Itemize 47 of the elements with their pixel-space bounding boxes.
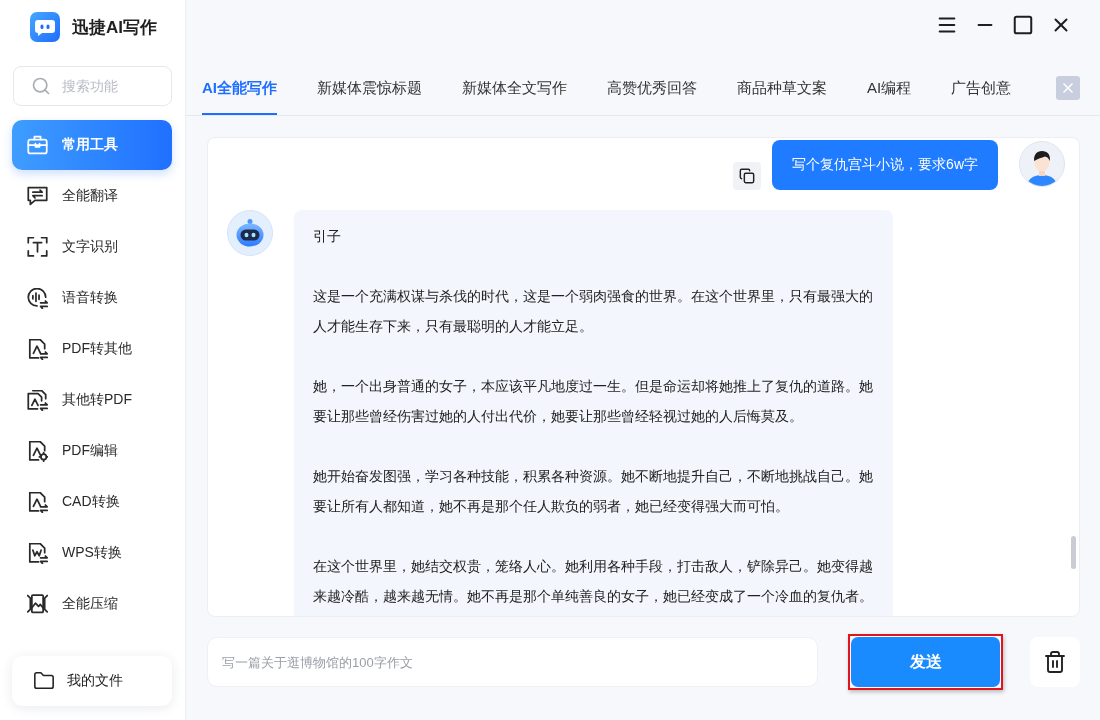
- sidebar-item[interactable]: 语音转换: [12, 273, 172, 323]
- image-compress-icon: [27, 593, 48, 615]
- document-arrows-icon: [27, 338, 48, 360]
- document-arrows-icon: [27, 491, 48, 513]
- sidebar-item[interactable]: PDF编辑: [12, 426, 172, 476]
- tab[interactable]: 高赞优秀回答: [607, 60, 697, 115]
- robot-avatar-icon: [227, 210, 273, 256]
- search-icon: [31, 76, 51, 96]
- user-avatar-icon: [1019, 141, 1065, 187]
- sidebar-item[interactable]: 常用工具: [12, 120, 172, 170]
- sidebar-item[interactable]: 文字识别: [12, 222, 172, 272]
- sidebar-item[interactable]: CAD转换: [12, 477, 172, 527]
- sidebar-item[interactable]: 其他转PDF: [12, 375, 172, 425]
- message-paragraph: 这是一个充满权谋与杀伐的时代，这是一个弱肉强食的世界。在这个世界里，只有最强大的人才能生存下来，只有最聪明的人才能立足。: [313, 287, 874, 336]
- folder-icon: [33, 670, 55, 692]
- tab[interactable]: AI全能写作: [202, 60, 277, 115]
- tab[interactable]: AI编程: [867, 60, 912, 115]
- sidebar-item[interactable]: WPS转换: [12, 528, 172, 578]
- sidebar-item[interactable]: 全能翻译: [12, 171, 172, 221]
- text-scan-icon: [27, 236, 48, 258]
- message-paragraph: 她，一个出身普通的女子，本应该平凡地度过一生。但是命运却将她推上了复仇的道路。她要让那些曾经伤害过她的人付出代价，她要让那些曾经轻视过她的人后悔莫及。: [313, 377, 874, 426]
- tab[interactable]: 商品种草文案: [737, 60, 827, 115]
- app-title: 迅捷AI写作: [72, 16, 157, 39]
- document-zigzag-icon: [27, 542, 48, 564]
- maximize-icon[interactable]: [1012, 14, 1034, 36]
- delete-button[interactable]: [1030, 637, 1080, 687]
- app-logo-icon: [30, 12, 60, 42]
- search-field[interactable]: 搜索功能: [13, 66, 172, 106]
- copy-button[interactable]: [733, 162, 762, 190]
- sidebar-item[interactable]: PDF转其他: [12, 324, 172, 374]
- sidebar-item[interactable]: 全能压缩: [12, 579, 172, 629]
- copy-icon: [739, 168, 756, 184]
- document-gear-icon: [27, 440, 48, 462]
- scrollbar-thumb[interactable]: [1071, 536, 1076, 569]
- chat-arrows-icon: [27, 185, 48, 207]
- message-paragraph: 在这个世界里，她结交权贵，笼络人心。她利用各种手段，打击敌人，铲除异己。她变得越来越冷酷，越来越无情。她不再是那个单纯善良的女子，她已经变成了一个冷血的复仇者。: [313, 557, 874, 606]
- stacked-documents-icon: [27, 389, 48, 411]
- tab[interactable]: 广告创意: [951, 60, 1012, 115]
- tab[interactable]: 新媒体震惊标题: [317, 60, 422, 115]
- trash-icon: [1043, 650, 1067, 674]
- user-message-bubble: 写个复仇宫斗小说，要求6w字: [772, 140, 998, 190]
- message-paragraph: 她开始奋发图强，学习各种技能，积累各种资源。她不断地提升自己，不断地挑战自己。她要让所有人都知道，她不再是那个任人欺负的弱者，她已经变得强大而可怕。: [313, 467, 874, 516]
- briefcase-icon: [27, 134, 48, 156]
- voice-wave-icon: [27, 287, 48, 309]
- message-paragraph: 引子: [313, 227, 342, 246]
- my-files-button[interactable]: 我的文件: [12, 656, 172, 706]
- tab[interactable]: 新媒体全文写作: [462, 60, 567, 115]
